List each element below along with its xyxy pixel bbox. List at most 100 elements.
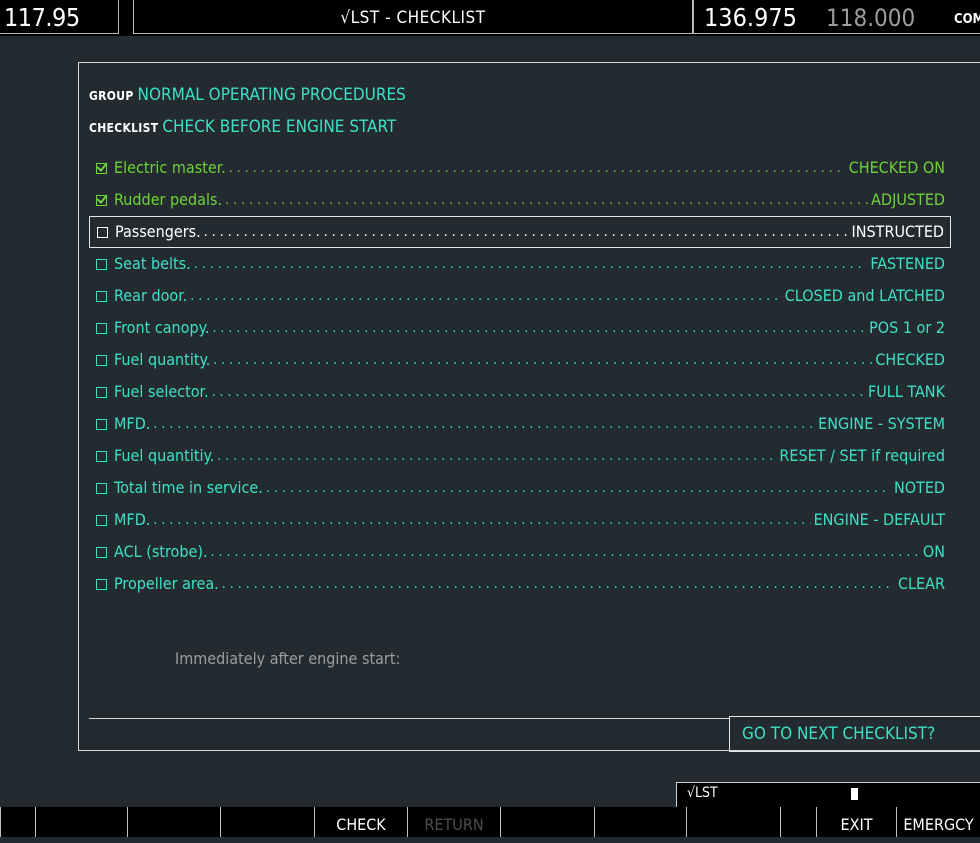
- softkey-exit[interactable]: EXIT: [816, 807, 896, 837]
- checklist-item-label: Fuel selector.: [114, 382, 209, 401]
- dot-leader: [225, 184, 868, 216]
- checklist-item-value: POS 1 or 2: [869, 318, 945, 337]
- checklist-item-label: Propeller area.: [114, 574, 219, 593]
- softkey-emergcy[interactable]: EMERGCY: [896, 807, 980, 837]
- checked-box-icon[interactable]: [96, 194, 107, 206]
- unchecked-box-icon[interactable]: [96, 482, 107, 494]
- checklist-item-value: ENGINE - SYSTEM: [818, 414, 945, 433]
- checklist-item[interactable]: Fuel selector. FULL TANK: [89, 376, 951, 408]
- checklist-item[interactable]: Total time in service. NOTED: [89, 472, 951, 504]
- unchecked-box-icon[interactable]: [96, 418, 107, 430]
- checklist-item[interactable]: Seat belts. FASTENED: [89, 248, 951, 280]
- checklist-key: CHECKLIST: [89, 121, 159, 135]
- com-active-frequency: 136.975: [704, 3, 797, 32]
- softkey-return[interactable]: RETURN: [407, 807, 500, 837]
- checklist-item-value: INSTRUCTED: [851, 222, 945, 241]
- dot-leader: [212, 312, 866, 344]
- softkey-blank-9[interactable]: [686, 807, 780, 837]
- com-label: COM2: [954, 12, 980, 27]
- checklist-item-label: MFD.: [114, 414, 151, 433]
- checklist-item[interactable]: Fuel quantitiy. RESET / SET if required: [89, 440, 951, 472]
- status-indicator-icon: [851, 788, 858, 800]
- group-selector[interactable]: GROUP NORMAL OPERATING PROCEDURES: [89, 85, 406, 105]
- checklist-item-label: Fuel quantitiy.: [114, 446, 215, 465]
- unchecked-box-icon[interactable]: [96, 290, 107, 302]
- checklist-item[interactable]: Rear door. CLOSED and LATCHED: [89, 280, 951, 312]
- checklist-window: GROUP NORMAL OPERATING PROCEDURES CHECKLI…: [78, 62, 980, 752]
- checklist-item-value: NOTED: [893, 478, 945, 497]
- checklist-item-label: ACL (strobe).: [114, 542, 208, 561]
- nav-frequency-box: 117.95: [0, 0, 119, 34]
- checklist-item-value: CLEAR: [897, 574, 945, 593]
- softkey-blank-7[interactable]: [500, 807, 594, 837]
- unchecked-box-icon[interactable]: [96, 450, 107, 462]
- page-title-box: √LST - CHECKLIST: [133, 0, 693, 34]
- checklist-items: Electric master. CHECKED ON Rudder pedals.…: [89, 152, 951, 702]
- softkey-blank-10[interactable]: [780, 807, 816, 837]
- checklist-item-value: ON: [922, 542, 945, 561]
- checklist-item-label: Seat belts.: [114, 254, 191, 273]
- checklist-item-label: Fuel quantity.: [114, 350, 211, 369]
- dot-leader: [266, 472, 891, 504]
- checklist-item[interactable]: Fuel quantity. CHECKED: [89, 344, 951, 376]
- unchecked-box-icon[interactable]: [96, 546, 107, 558]
- status-label: √LST: [687, 785, 718, 801]
- go-to-next-checklist-button[interactable]: GO TO NEXT CHECKLIST?: [729, 716, 980, 752]
- checklist-item-value: CHECKED ON: [848, 158, 945, 177]
- dot-leader: [153, 504, 810, 536]
- softkey-blank-2[interactable]: [35, 807, 127, 837]
- softkey-check[interactable]: CHECK: [314, 807, 407, 837]
- dot-leader: [190, 280, 782, 312]
- dot-leader: [229, 152, 846, 184]
- softkey-blank-8[interactable]: [594, 807, 686, 837]
- dot-leader: [213, 344, 872, 376]
- dot-leader: [217, 440, 776, 472]
- checklist-item-value: FULL TANK: [867, 382, 945, 401]
- softkey-blank-1[interactable]: [0, 807, 35, 837]
- checklist-item[interactable]: Propeller area. CLEAR: [89, 568, 951, 600]
- checklist-item-label: Electric master.: [114, 158, 226, 177]
- unchecked-box-icon[interactable]: [96, 354, 107, 366]
- unchecked-box-icon[interactable]: [96, 386, 107, 398]
- checklist-item[interactable]: Passengers. INSTRUCTED: [89, 216, 951, 248]
- checklist-item[interactable]: Electric master. CHECKED ON: [89, 152, 951, 184]
- softkey-bar: CHECK RETURN EXIT EMERGCY: [0, 807, 980, 837]
- divider: [89, 718, 729, 719]
- dot-leader: [212, 376, 865, 408]
- checklist-item-label: MFD.: [114, 510, 151, 529]
- checked-box-icon[interactable]: [96, 162, 107, 174]
- com-frequency-box: 136.975 118.000 COM2: [693, 0, 980, 34]
- unchecked-box-icon[interactable]: [96, 258, 107, 270]
- dot-leader: [153, 408, 815, 440]
- checklist-item[interactable]: MFD. ENGINE - SYSTEM: [89, 408, 951, 440]
- checklist-item[interactable]: Rudder pedals. ADJUSTED: [89, 184, 951, 216]
- checklist-item[interactable]: ACL (strobe). ON: [89, 536, 951, 568]
- checklist-item-value: RESET / SET if required: [779, 446, 945, 465]
- top-status-bar: 117.95 √LST - CHECKLIST 136.975 118.000 …: [0, 0, 980, 36]
- checklist-item-value: ENGINE - DEFAULT: [813, 510, 945, 529]
- checklist-item-label: Rudder pedals.: [114, 190, 223, 209]
- softkey-blank-4[interactable]: [220, 807, 314, 837]
- com-standby-frequency: 118.000: [826, 4, 916, 32]
- checklist-item-label: Total time in service.: [114, 478, 263, 497]
- checklist-selector[interactable]: CHECKLIST CHECK BEFORE ENGINE START: [89, 117, 396, 137]
- unchecked-box-icon[interactable]: [96, 322, 107, 334]
- unchecked-box-icon[interactable]: [96, 578, 107, 590]
- unchecked-box-icon[interactable]: [97, 226, 108, 238]
- checklist-item-value: CLOSED and LATCHED: [784, 286, 945, 305]
- checklist-item[interactable]: Front canopy. POS 1 or 2: [89, 312, 951, 344]
- page-title: √LST - CHECKLIST: [340, 8, 486, 28]
- checklist-item-label: Front canopy.: [114, 318, 210, 337]
- checklist-item-value: FASTENED: [870, 254, 945, 273]
- softkey-blank-3[interactable]: [127, 807, 220, 837]
- unchecked-box-icon[interactable]: [96, 514, 107, 526]
- checklist-value: CHECK BEFORE ENGINE START: [162, 117, 397, 137]
- nav-frequency: 117.95: [4, 3, 80, 32]
- group-value: NORMAL OPERATING PROCEDURES: [137, 85, 406, 105]
- group-key: GROUP: [89, 89, 134, 103]
- dot-leader: [204, 216, 849, 248]
- dot-leader: [194, 248, 868, 280]
- status-bar: √LST: [676, 782, 980, 807]
- checklist-note: Immediately after engine start:: [175, 649, 401, 668]
- checklist-item[interactable]: MFD. ENGINE - DEFAULT: [89, 504, 951, 536]
